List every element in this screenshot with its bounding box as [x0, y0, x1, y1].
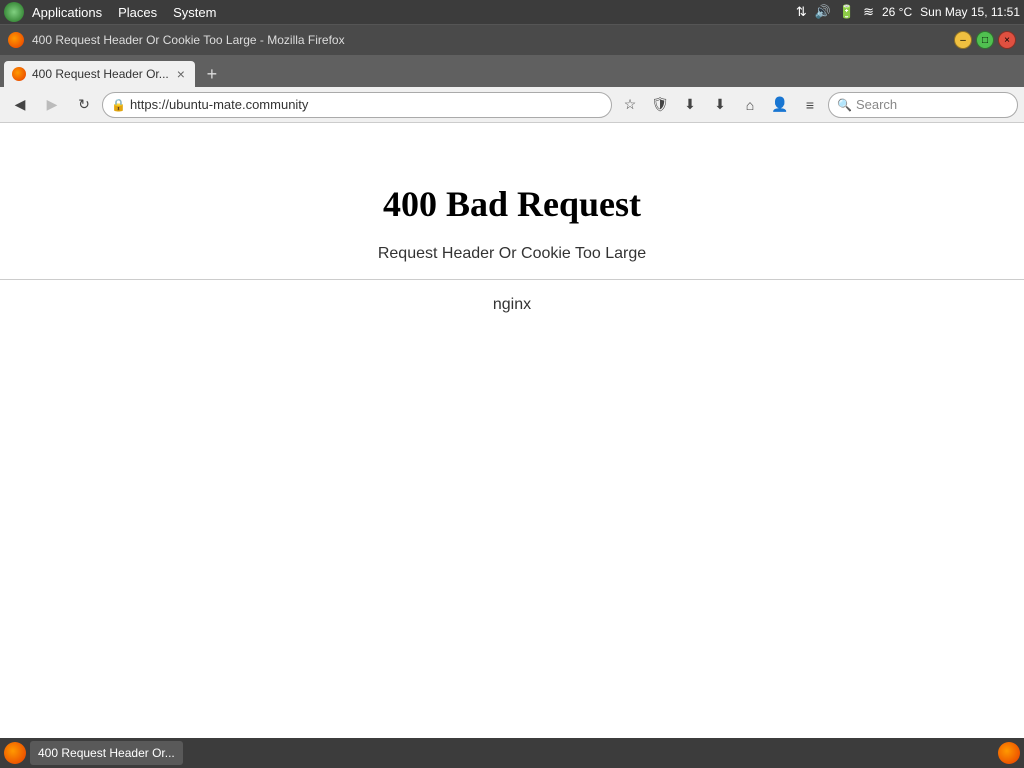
tab-bar: 400 Request Header Or... × + [0, 55, 1024, 87]
account-button[interactable]: 👤 [766, 91, 794, 119]
system-menu[interactable]: System [165, 3, 224, 22]
places-menu[interactable]: Places [110, 3, 165, 22]
nav-bar: ◀ ▶ ↻ 🔒 https://ubuntu-mate.community ☆ … [0, 87, 1024, 123]
battery-icon: 🔋 [839, 4, 855, 20]
taskbar-firefox-icon [4, 742, 26, 764]
menu-button[interactable]: ≡ [796, 91, 824, 119]
title-bar: 400 Request Header Or Cookie Too Large -… [0, 25, 1024, 55]
minimize-button[interactable]: – [954, 31, 972, 49]
error-title: 400 Bad Request [383, 183, 641, 225]
address-bar[interactable]: 🔒 https://ubuntu-mate.community [102, 92, 612, 118]
tab-favicon [12, 67, 26, 81]
applications-menu[interactable]: Applications [24, 3, 110, 22]
pocket-button[interactable]: ⬇ [676, 91, 704, 119]
taskbar-right [998, 742, 1020, 764]
active-tab[interactable]: 400 Request Header Or... × [4, 61, 195, 87]
datetime-display: Sun May 15, 11:51 [920, 5, 1020, 19]
ubuntu-mate-icon [4, 2, 24, 22]
browser-content: 400 Bad Request Request Header Or Cookie… [0, 123, 1024, 739]
lock-icon: 🔒 [111, 98, 126, 112]
search-placeholder: Search [856, 97, 897, 112]
firefox-window-icon [8, 32, 24, 48]
shield-button[interactable]: 🛡 [646, 91, 674, 119]
forward-button[interactable]: ▶ [38, 91, 66, 119]
tab-title: 400 Request Header Or... [32, 67, 169, 81]
window-title: 400 Request Header Or Cookie Too Large -… [32, 33, 946, 47]
system-bar: Applications Places System ⇅ 🔊 🔋 ≋ 26 °C… [0, 0, 1024, 24]
search-bar[interactable]: 🔍 Search [828, 92, 1018, 118]
taskbar-right-icon [998, 742, 1020, 764]
taskbar: 400 Request Header Or... [0, 738, 1024, 768]
error-divider [0, 279, 1024, 280]
back-button[interactable]: ◀ [6, 91, 34, 119]
maximize-button[interactable]: □ [976, 31, 994, 49]
download-button[interactable]: ⬇ [706, 91, 734, 119]
nav-action-buttons: ☆ 🛡 ⬇ ⬇ ⌂ 👤 ≡ [616, 91, 824, 119]
search-icon: 🔍 [837, 98, 852, 112]
browser-window: 400 Request Header Or Cookie Too Large -… [0, 24, 1024, 739]
window-controls: – □ × [954, 31, 1016, 49]
tab-close-button[interactable]: × [175, 66, 187, 82]
wifi-icon: ≋ [863, 4, 874, 20]
taskbar-item[interactable]: 400 Request Header Or... [30, 741, 183, 765]
error-subtitle: Request Header Or Cookie Too Large [378, 245, 646, 263]
temperature-display: 26 °C [882, 5, 912, 19]
url-display: https://ubuntu-mate.community [130, 97, 603, 112]
close-button[interactable]: × [998, 31, 1016, 49]
reload-button[interactable]: ↻ [70, 91, 98, 119]
home-button[interactable]: ⌂ [736, 91, 764, 119]
network-icon: ⇅ [796, 4, 807, 20]
error-server: nginx [493, 296, 531, 314]
volume-icon: 🔊 [815, 4, 831, 20]
new-tab-button[interactable]: + [199, 61, 225, 87]
bookmark-button[interactable]: ☆ [616, 91, 644, 119]
taskbar-item-label: 400 Request Header Or... [38, 746, 175, 760]
